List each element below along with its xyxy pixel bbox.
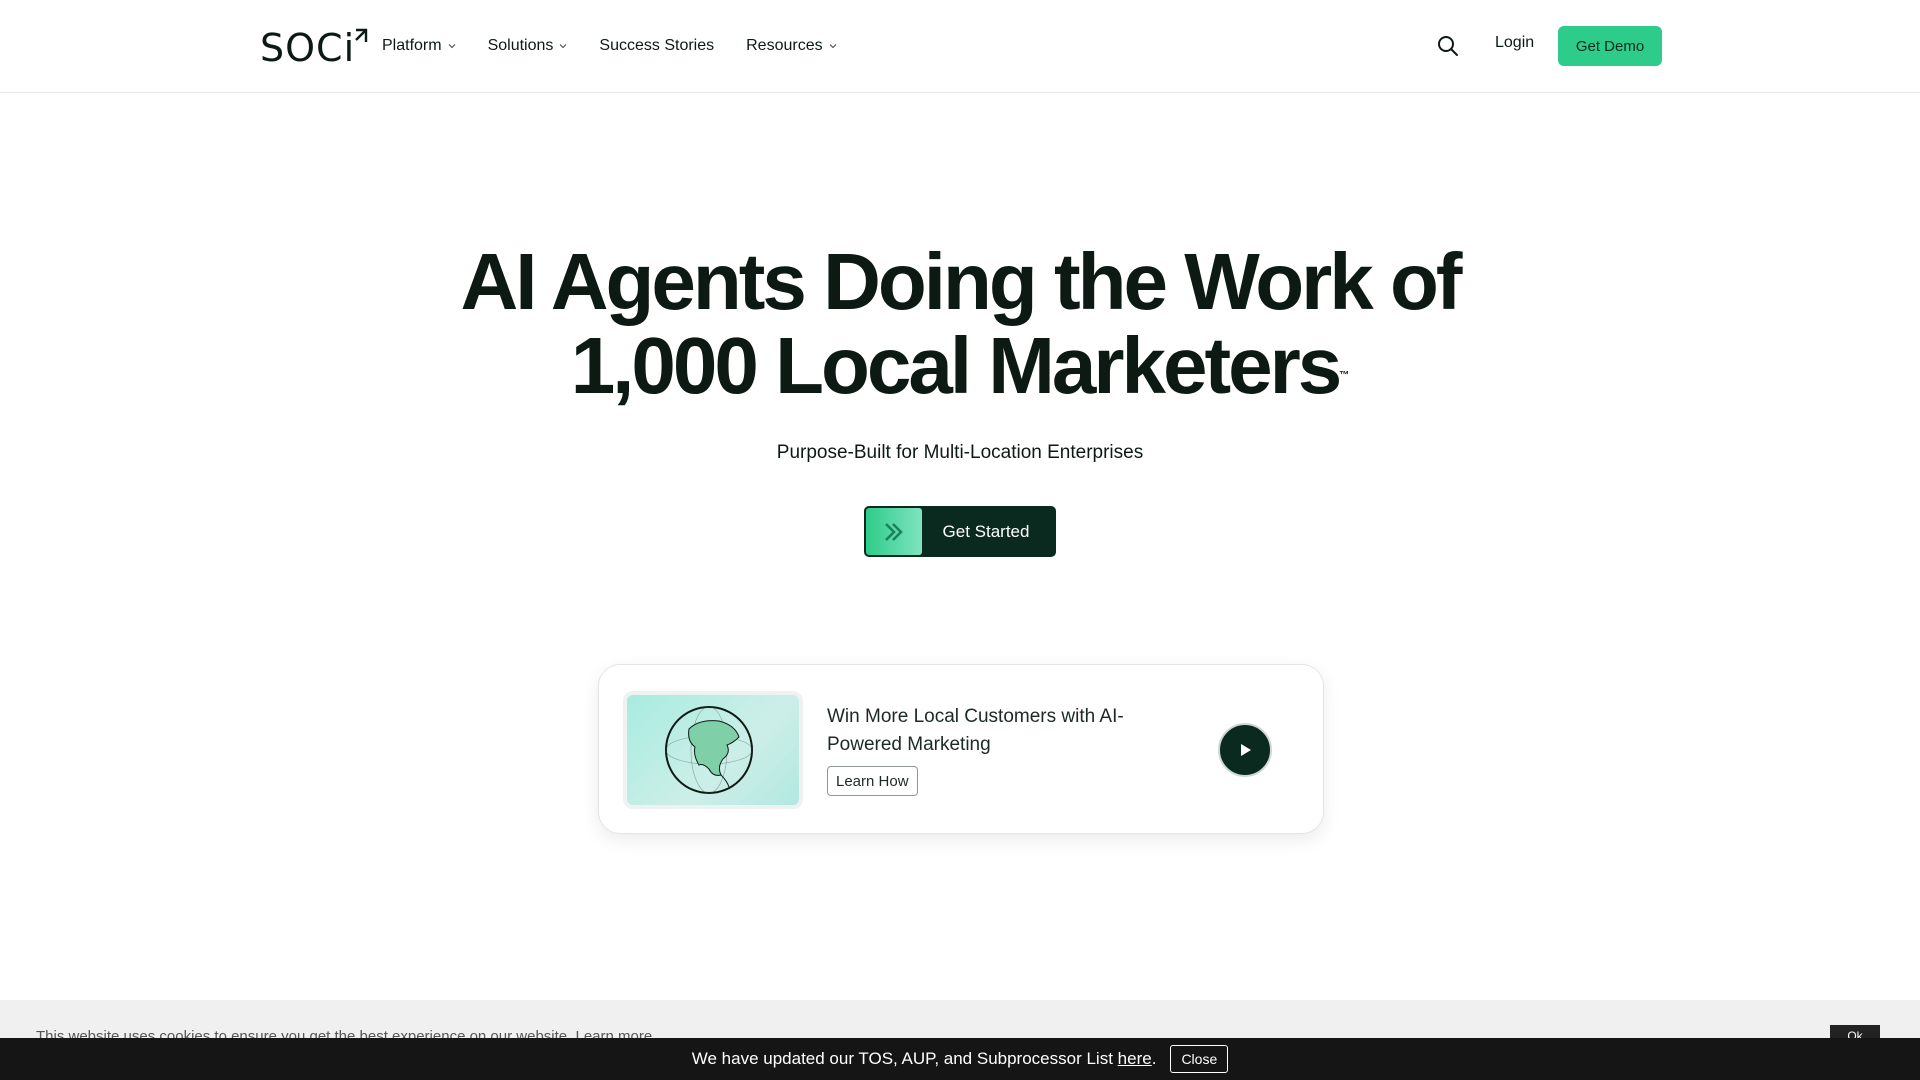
login-link[interactable]: Login [1495, 34, 1534, 52]
chevron-down-icon [829, 44, 836, 49]
tos-close-button[interactable]: Close [1170, 1045, 1229, 1073]
chevron-down-icon [560, 44, 567, 49]
tos-here-link[interactable]: here [1118, 1049, 1152, 1068]
get-started-button[interactable]: Get Started [864, 506, 1056, 557]
tos-period: . [1151, 1049, 1157, 1068]
tos-text: We have updated our TOS, AUP, and Subpro… [692, 1049, 1157, 1069]
logo-text: SOCi [260, 26, 356, 70]
promo-title: Win More Local Customers with AI-Powered… [827, 706, 1124, 755]
site-header: SOCi Platform Solutions Success Stories … [0, 0, 1920, 93]
play-button[interactable] [1218, 723, 1272, 777]
hero-title-line1: AI Agents Doing the Work of [460, 237, 1463, 326]
hero-title-line2: 1,000 Local Marketers [570, 321, 1343, 410]
nav-label: Solutions [487, 37, 554, 54]
get-started-label: Get Started [942, 521, 1030, 541]
nav-item-solutions[interactable]: Solutions [488, 34, 568, 58]
chevron-down-icon [448, 44, 455, 49]
play-icon [1241, 744, 1251, 756]
hero-subtitle: Purpose-Built for Multi-Location Enterpr… [776, 442, 1144, 463]
promo-card: Win More Local Customers with AI-Powered… [598, 664, 1324, 834]
learn-how-button[interactable]: Learn How [827, 766, 918, 796]
cookie-bar: This website uses cookies to ensure you … [0, 1000, 1920, 1047]
nav-label: Platform [382, 37, 442, 54]
cta-icon-box [866, 508, 922, 555]
trademark-symbol: ™ [1339, 370, 1350, 381]
nav-item-success-stories[interactable]: Success Stories [599, 34, 714, 58]
soci-logo[interactable]: SOCi [260, 26, 368, 70]
get-demo-button[interactable]: Get Demo [1558, 26, 1662, 66]
nav-item-platform[interactable]: Platform [382, 34, 456, 58]
search-icon[interactable] [1436, 34, 1460, 58]
main-nav: Platform Solutions Success Stories Resou… [382, 34, 837, 58]
nav-label: Resources [746, 37, 823, 54]
globe-icon [665, 706, 753, 794]
logo-arrow-icon [355, 28, 368, 42]
promo-thumbnail[interactable] [623, 691, 803, 809]
nav-item-resources[interactable]: Resources [746, 34, 836, 58]
tos-message: We have updated our TOS, AUP, and Subpro… [691, 1049, 1113, 1068]
hero-title: AI Agents Doing the Work of 1,000 Local … [360, 240, 1560, 408]
nav-label: Success Stories [599, 37, 715, 54]
double-chevron-right-icon [885, 522, 903, 541]
tos-notice-bar: We have updated our TOS, AUP, and Subpro… [0, 1038, 1920, 1080]
